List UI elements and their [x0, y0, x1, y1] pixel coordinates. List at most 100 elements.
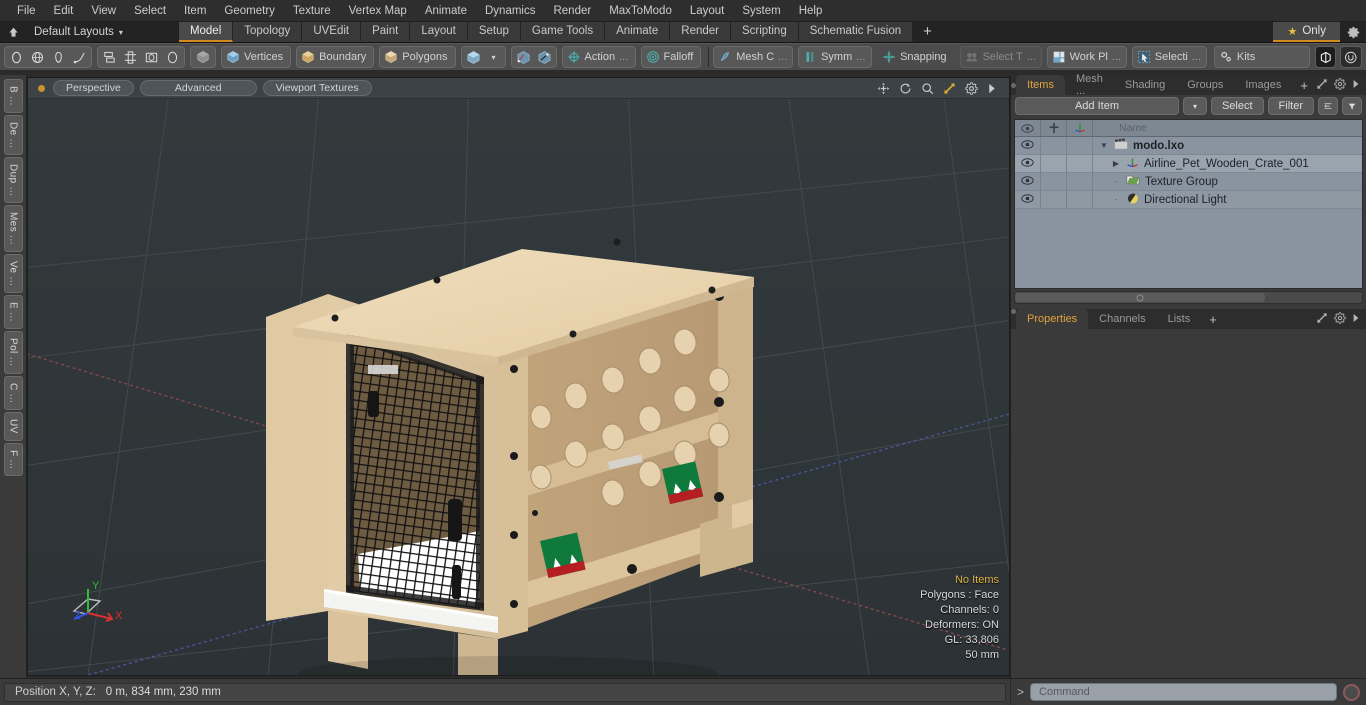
mirror-icon[interactable]: [99, 47, 120, 67]
row-lock-cell[interactable]: [1041, 155, 1067, 172]
row-transform-cell[interactable]: [1067, 173, 1093, 190]
curve-icon[interactable]: [69, 47, 90, 67]
select-through-button[interactable]: Select T ...: [959, 46, 1042, 68]
selection-sets-button[interactable]: Selecti ...: [1131, 46, 1207, 68]
pan-icon[interactable]: [877, 82, 890, 95]
rotate-icon[interactable]: [899, 82, 912, 95]
vtab-duplicate[interactable]: Dup ...: [3, 157, 23, 204]
table-row[interactable]: ▶ Airline_Pet_Wooden_Crate_001: [1015, 155, 1362, 173]
tab-properties[interactable]: Properties: [1016, 309, 1089, 329]
bevel-icon[interactable]: [141, 47, 162, 67]
item-cube-icon[interactable]: [463, 47, 484, 67]
funnel-icon[interactable]: [1342, 97, 1362, 115]
row-name-cell[interactable]: · Directional Light: [1093, 191, 1362, 208]
row-lock-cell[interactable]: [1041, 137, 1067, 154]
row-transform-cell[interactable]: [1067, 137, 1093, 154]
table-row[interactable]: · Directional Light: [1015, 191, 1362, 209]
add-item-dropdown[interactable]: ▾: [1182, 97, 1207, 115]
pet-crate-model[interactable]: [28, 99, 1008, 675]
globe-icon[interactable]: [27, 47, 48, 67]
tab-topology[interactable]: Topology: [233, 22, 303, 42]
row-name-cell[interactable]: ▶ Airline_Pet_Wooden_Crate_001: [1093, 155, 1362, 172]
twirl-icon[interactable]: ▼: [1099, 141, 1109, 150]
selection-mode-vertices[interactable]: Vertices: [221, 46, 292, 68]
tab-game-tools[interactable]: Game Tools: [520, 22, 606, 42]
table-row[interactable]: ▼ modo.lxo: [1015, 137, 1362, 155]
filter-button[interactable]: Filter: [1267, 97, 1314, 115]
snap-vert-icon[interactable]: [513, 47, 534, 67]
selection-mode-polygons[interactable]: Polygons: [379, 46, 456, 68]
falloff-button[interactable]: Falloff: [640, 46, 702, 68]
vtab-mesh-edit[interactable]: Mes ...: [3, 205, 23, 253]
tab-shading[interactable]: Shading: [1113, 75, 1177, 95]
chevron-down-icon[interactable]: ▾: [484, 47, 504, 67]
menu-item-geometry[interactable]: Geometry: [215, 3, 284, 19]
tab-only[interactable]: ★ Only: [1273, 22, 1340, 42]
vtab-vertex[interactable]: Ve ...: [3, 254, 23, 294]
tab-animate[interactable]: Animate: [605, 22, 671, 42]
work-plane-button[interactable]: Work Pl ...: [1046, 46, 1127, 68]
tab-uvedit[interactable]: UVEdit: [302, 22, 362, 42]
item-tree[interactable]: Name ▼ modo.lxo ▶ Airline_Pet_Wooden_Cra…: [1014, 119, 1363, 289]
tab-mesh[interactable]: Mesh ...: [1064, 73, 1114, 97]
menu-item-render[interactable]: Render: [544, 3, 600, 19]
modo-icon[interactable]: [1314, 46, 1337, 68]
selection-mode-boundary[interactable]: Boundary: [296, 46, 375, 68]
menu-item-maxtomodo[interactable]: MaxToModo: [600, 3, 681, 19]
row-lock-cell[interactable]: [1041, 173, 1067, 190]
tab-setup[interactable]: Setup: [467, 22, 521, 42]
viewport-3d[interactable]: No Items Polygons : Face Channels: 0 Def…: [28, 99, 1009, 675]
expand-icon[interactable]: [1316, 78, 1328, 93]
symmetry-button[interactable]: Symm ...: [798, 46, 873, 68]
ellipse-icon[interactable]: [162, 47, 183, 67]
row-visibility-toggle[interactable]: [1015, 137, 1041, 154]
menu-item-edit[interactable]: Edit: [45, 3, 83, 19]
row-name-cell[interactable]: ▼ modo.lxo: [1093, 137, 1362, 154]
vtab-uv[interactable]: UV: [3, 411, 23, 441]
row-name-cell[interactable]: · Texture Group: [1093, 173, 1362, 190]
viewport-projection-selector[interactable]: Perspective: [53, 80, 134, 96]
row-lock-cell[interactable]: [1041, 191, 1067, 208]
command-input[interactable]: Command: [1030, 683, 1337, 701]
gear-icon[interactable]: [1340, 22, 1366, 42]
tab-lists[interactable]: Lists: [1156, 309, 1202, 329]
viewport-shading-selector[interactable]: Advanced: [139, 80, 257, 96]
row-visibility-toggle[interactable]: [1015, 191, 1041, 208]
menu-item-help[interactable]: Help: [790, 3, 832, 19]
tab-scripting[interactable]: Scripting: [730, 22, 799, 42]
row-transform-cell[interactable]: [1067, 155, 1093, 172]
menu-item-animate[interactable]: Animate: [416, 3, 476, 19]
viewport-textures-selector[interactable]: Viewport Textures: [262, 80, 372, 96]
add-item-button[interactable]: Add Item: [1015, 97, 1179, 115]
vtab-edge[interactable]: E ...: [3, 295, 23, 330]
home-icon[interactable]: [0, 22, 26, 42]
tab-items[interactable]: Items: [1016, 75, 1065, 95]
row-visibility-toggle[interactable]: [1015, 155, 1041, 172]
record-icon[interactable]: [1343, 683, 1360, 701]
table-row[interactable]: · Texture Group: [1015, 173, 1362, 191]
tab-render[interactable]: Render: [670, 22, 731, 42]
expand-icon[interactable]: [1316, 312, 1328, 327]
add-tab-button[interactable]: +: [913, 22, 942, 42]
item-tree-hscrollbar[interactable]: [1014, 291, 1363, 304]
menu-item-item[interactable]: Item: [175, 3, 215, 19]
menu-item-file[interactable]: File: [8, 3, 45, 19]
row-transform-cell[interactable]: [1067, 191, 1093, 208]
tab-layout[interactable]: Layout: [410, 22, 468, 42]
menu-item-system[interactable]: System: [733, 3, 789, 19]
add-properties-tab-button[interactable]: +: [1201, 309, 1225, 329]
menu-item-dynamics[interactable]: Dynamics: [476, 3, 544, 19]
pen-icon[interactable]: [48, 47, 69, 67]
vtab-deform[interactable]: De ...: [3, 114, 23, 156]
unreal-icon[interactable]: [1340, 46, 1362, 68]
panel-gear-icon[interactable]: [1334, 77, 1346, 93]
align-icon[interactable]: [120, 47, 141, 67]
tab-channels[interactable]: Channels: [1088, 309, 1157, 329]
cube-mode-button[interactable]: [190, 46, 216, 68]
tab-model[interactable]: Model: [178, 22, 234, 42]
tab-groups[interactable]: Groups: [1176, 75, 1235, 95]
snapping-button[interactable]: Snapping: [877, 46, 955, 68]
mesh-constraint-button[interactable]: Mesh C ...: [713, 46, 794, 68]
menu-item-vertex-map[interactable]: Vertex Map: [340, 3, 416, 19]
tab-images[interactable]: Images: [1234, 75, 1293, 95]
